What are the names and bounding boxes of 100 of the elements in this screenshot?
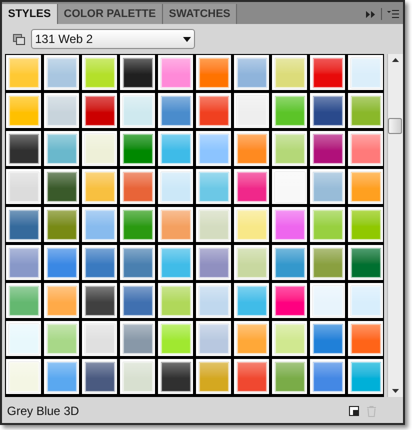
style-set-dropdown[interactable]: 131 Web 2 (31, 29, 195, 49)
style-swatch[interactable] (196, 245, 232, 281)
style-swatch[interactable] (272, 321, 308, 357)
style-swatch[interactable] (234, 283, 270, 319)
style-swatch[interactable] (158, 93, 194, 129)
style-swatch[interactable] (44, 283, 80, 319)
style-swatch[interactable] (158, 245, 194, 281)
style-swatch[interactable] (120, 283, 156, 319)
style-swatch[interactable] (348, 169, 384, 205)
style-swatch[interactable] (310, 283, 346, 319)
style-swatch[interactable] (158, 55, 194, 91)
new-style-icon[interactable] (349, 406, 359, 416)
style-swatch[interactable] (82, 207, 118, 243)
panel-tab[interactable]: STYLES (2, 4, 58, 24)
style-swatch[interactable] (120, 169, 156, 205)
style-swatch[interactable] (6, 93, 42, 129)
style-swatch[interactable] (120, 321, 156, 357)
style-swatch[interactable] (310, 207, 346, 243)
style-swatch[interactable] (82, 321, 118, 357)
style-swatch[interactable] (234, 245, 270, 281)
style-swatch[interactable] (348, 283, 384, 319)
scroll-thumb (388, 118, 402, 134)
style-swatch[interactable] (310, 169, 346, 205)
style-swatch[interactable] (6, 245, 42, 281)
style-swatch[interactable] (158, 283, 194, 319)
style-swatch[interactable] (348, 93, 384, 129)
style-swatch[interactable] (196, 321, 232, 357)
style-swatch[interactable] (272, 131, 308, 167)
style-swatch[interactable] (234, 93, 270, 129)
style-swatch[interactable] (6, 321, 42, 357)
style-swatch[interactable] (348, 131, 384, 167)
style-swatch[interactable] (348, 245, 384, 281)
panel-tab[interactable]: SWATCHES (162, 4, 238, 24)
style-swatch[interactable] (196, 359, 232, 395)
style-swatch[interactable] (348, 359, 384, 395)
double-arrow-icon[interactable] (366, 11, 375, 18)
menu-icon[interactable] (387, 10, 399, 18)
style-swatch[interactable] (44, 359, 80, 395)
style-swatch[interactable] (234, 321, 270, 357)
style-swatch[interactable] (234, 131, 270, 167)
style-swatch[interactable] (196, 169, 232, 205)
style-swatch[interactable] (234, 359, 270, 395)
style-swatch[interactable] (196, 55, 232, 91)
style-swatch[interactable] (310, 245, 346, 281)
style-swatch[interactable] (6, 55, 42, 91)
style-swatch[interactable] (44, 169, 80, 205)
panel-tab[interactable]: COLOR PALETTE (58, 4, 163, 24)
style-swatch[interactable] (348, 55, 384, 91)
style-swatch[interactable] (272, 359, 308, 395)
scrollbar[interactable] (387, 54, 403, 397)
style-swatch[interactable] (120, 207, 156, 243)
style-swatch[interactable] (272, 283, 308, 319)
style-swatch[interactable] (310, 55, 346, 91)
style-swatch[interactable] (44, 321, 80, 357)
style-swatch[interactable] (158, 359, 194, 395)
style-swatch[interactable] (82, 131, 118, 167)
style-name-label: Grey Blue 3D (7, 403, 80, 420)
style-swatch[interactable] (6, 169, 42, 205)
style-swatch[interactable] (158, 169, 194, 205)
style-swatch[interactable] (272, 169, 308, 205)
style-swatch[interactable] (44, 131, 80, 167)
style-swatch[interactable] (44, 93, 80, 129)
style-swatch[interactable] (120, 55, 156, 91)
style-swatch[interactable] (234, 207, 270, 243)
style-swatch[interactable] (272, 93, 308, 129)
style-swatch[interactable] (196, 93, 232, 129)
style-swatch[interactable] (44, 207, 80, 243)
style-swatch[interactable] (158, 207, 194, 243)
style-swatch[interactable] (196, 207, 232, 243)
style-swatch[interactable] (120, 359, 156, 395)
style-swatch[interactable] (196, 283, 232, 319)
style-swatch[interactable] (44, 245, 80, 281)
style-swatch[interactable] (310, 321, 346, 357)
style-swatch[interactable] (82, 169, 118, 205)
style-swatch[interactable] (44, 55, 80, 91)
style-swatch[interactable] (82, 245, 118, 281)
style-swatch[interactable] (348, 207, 384, 243)
style-swatch[interactable] (6, 131, 42, 167)
style-swatch[interactable] (120, 93, 156, 129)
style-swatch[interactable] (310, 359, 346, 395)
style-swatch[interactable] (272, 245, 308, 281)
style-swatch[interactable] (234, 169, 270, 205)
style-swatch[interactable] (6, 207, 42, 243)
style-swatch[interactable] (6, 359, 42, 395)
style-swatch[interactable] (82, 283, 118, 319)
style-swatch[interactable] (120, 131, 156, 167)
style-swatch[interactable] (82, 55, 118, 91)
style-swatch[interactable] (158, 131, 194, 167)
style-swatch[interactable] (196, 131, 232, 167)
style-swatch[interactable] (234, 55, 270, 91)
style-swatch[interactable] (310, 131, 346, 167)
style-swatch[interactable] (310, 93, 346, 129)
style-swatch[interactable] (82, 93, 118, 129)
style-swatch[interactable] (158, 321, 194, 357)
style-swatch[interactable] (272, 207, 308, 243)
style-swatch[interactable] (272, 55, 308, 91)
style-swatch[interactable] (348, 321, 384, 357)
style-swatch[interactable] (120, 245, 156, 281)
style-swatch[interactable] (82, 359, 118, 395)
style-swatch[interactable] (6, 283, 42, 319)
